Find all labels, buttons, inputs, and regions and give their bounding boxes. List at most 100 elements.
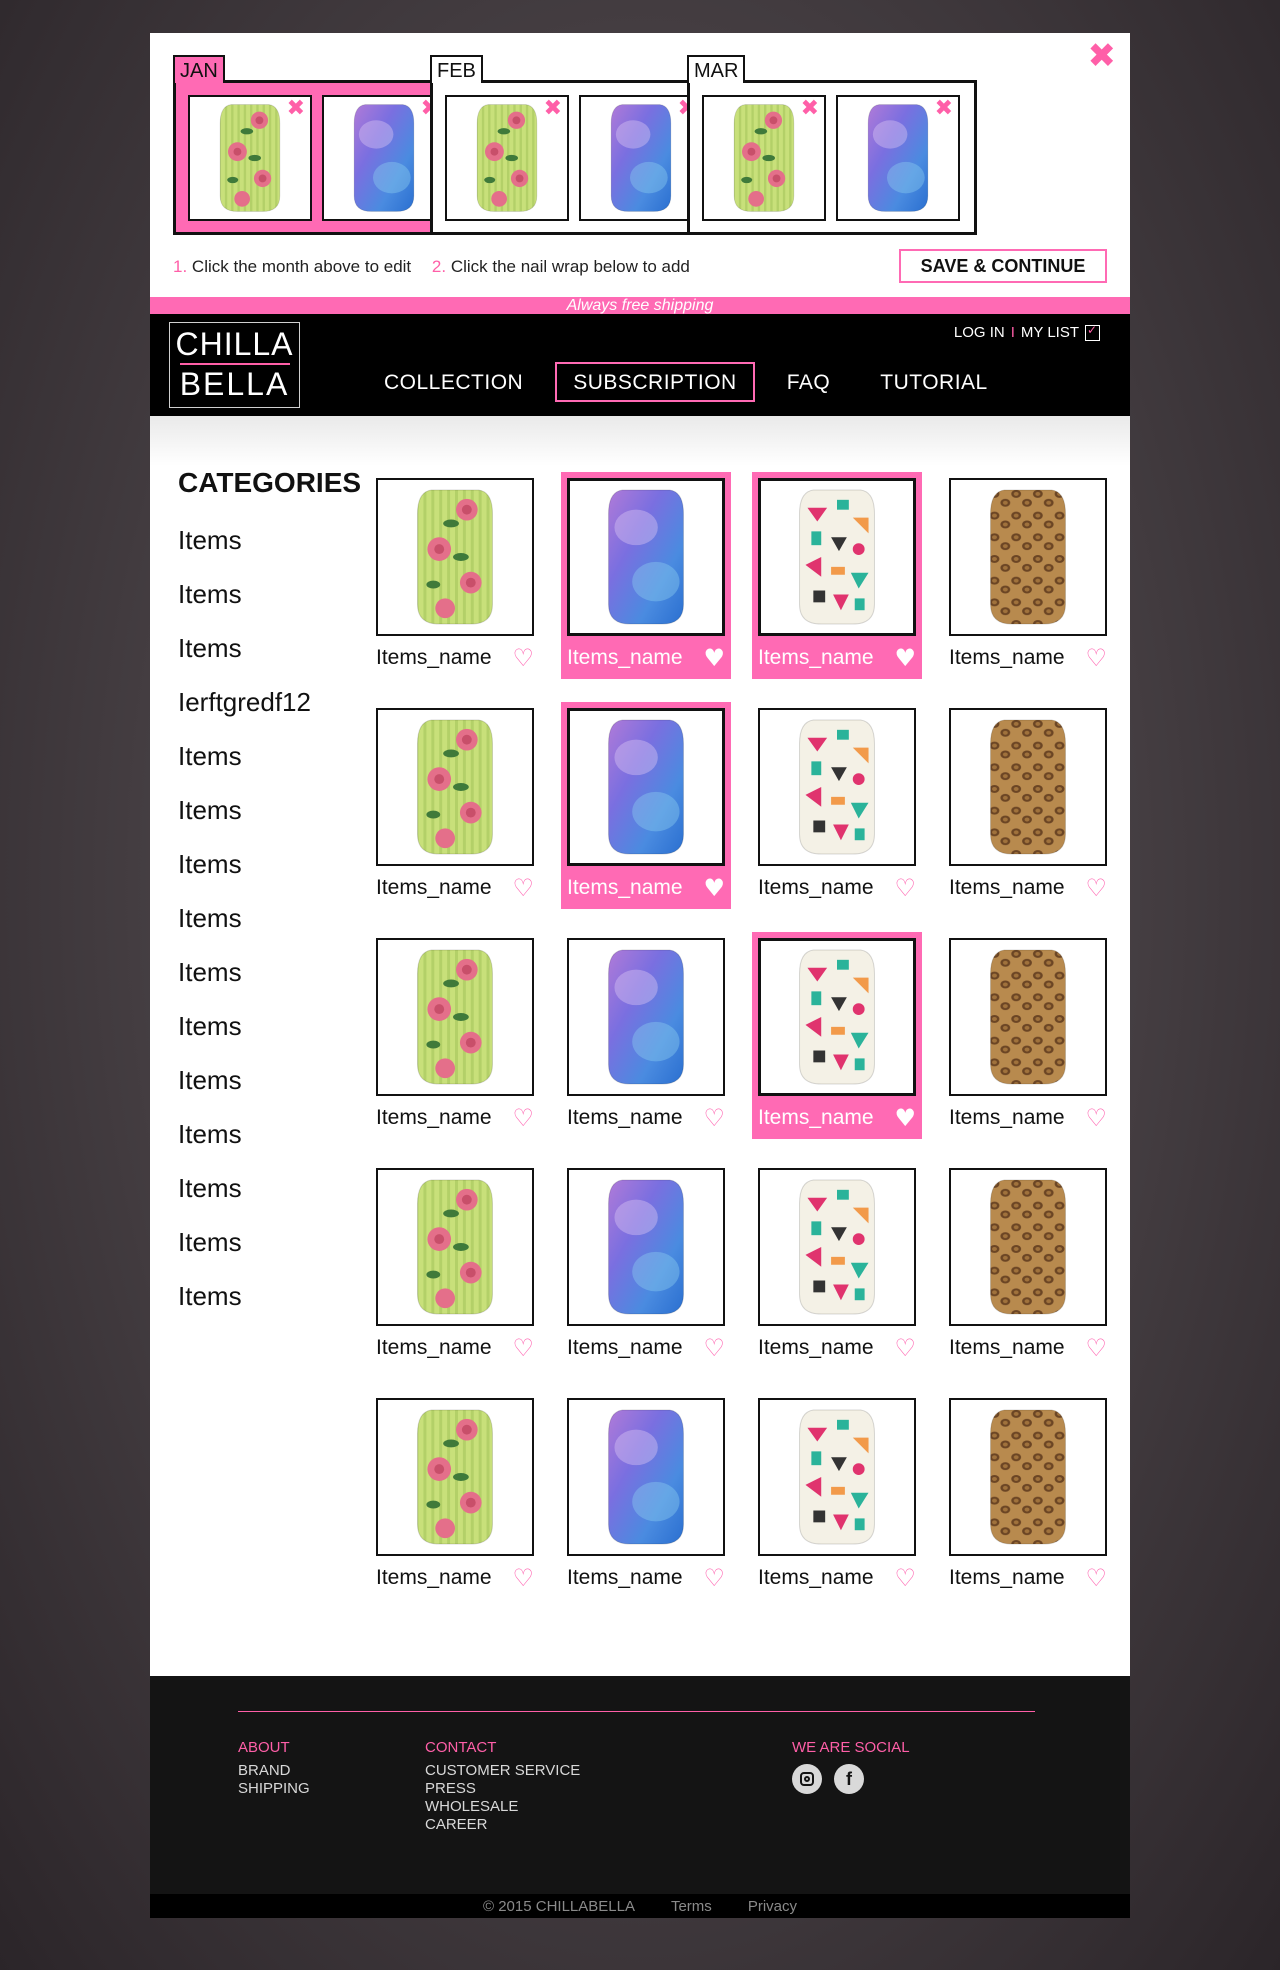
product-thumbnail[interactable] <box>949 708 1107 866</box>
category-item[interactable]: Items <box>178 945 348 999</box>
product-card[interactable]: Items_name ♥ <box>752 932 922 1139</box>
footer-link-wholesale[interactable]: WHOLESALE <box>425 1798 580 1816</box>
remove-nail-icon[interactable]: ✖ <box>544 97 562 121</box>
heart-icon[interactable]: ♡ <box>1085 1336 1107 1360</box>
product-card[interactable]: Items_name ♥ <box>561 702 731 909</box>
heart-icon[interactable]: ♡ <box>1085 646 1107 670</box>
product-thumbnail[interactable] <box>376 478 534 636</box>
product-card[interactable]: Items_name ♡ <box>370 702 540 909</box>
my-list-link[interactable]: MY LIST <box>1021 324 1079 341</box>
nail-slot[interactable]: ✖ <box>188 95 312 221</box>
footer-link-brand[interactable]: BRAND <box>238 1762 310 1780</box>
footer-link-press[interactable]: PRESS <box>425 1780 580 1798</box>
product-thumbnail[interactable] <box>758 1398 916 1556</box>
product-card[interactable]: Items_name ♡ <box>370 932 540 1139</box>
product-thumbnail[interactable] <box>376 708 534 866</box>
product-card[interactable]: Items_name ♡ <box>561 1392 731 1599</box>
month-tab-jan[interactable]: JAN <box>173 55 225 83</box>
nail-slot[interactable]: ✖ <box>702 95 826 221</box>
product-thumbnail[interactable] <box>567 1398 725 1556</box>
nav-link-tutorial[interactable]: TUTORIAL <box>862 362 1005 402</box>
category-item[interactable]: Items <box>178 1161 348 1215</box>
category-item[interactable]: Items <box>178 891 348 945</box>
heart-icon[interactable]: ♡ <box>512 1566 534 1590</box>
product-card[interactable]: Items_name ♡ <box>370 1392 540 1599</box>
product-card[interactable]: Items_name ♥ <box>752 472 922 679</box>
product-card[interactable]: Items_name ♡ <box>561 932 731 1139</box>
footer-link-career[interactable]: CAREER <box>425 1816 580 1834</box>
category-item[interactable]: Items <box>178 729 348 783</box>
login-link[interactable]: LOG IN <box>954 324 1005 341</box>
heart-icon[interactable]: ♥ <box>894 1106 916 1130</box>
category-item[interactable]: Items <box>178 513 348 567</box>
month-box-mar[interactable]: MAR ✖ ✖ <box>687 55 977 235</box>
product-card[interactable]: Items_name ♡ <box>943 1162 1113 1369</box>
heart-icon[interactable]: ♥ <box>703 646 725 670</box>
month-box-feb[interactable]: FEB ✖ ✖ <box>430 55 720 235</box>
product-thumbnail[interactable] <box>949 1168 1107 1326</box>
product-card[interactable]: Items_name ♡ <box>752 1162 922 1369</box>
heart-icon[interactable]: ♡ <box>894 1336 916 1360</box>
remove-nail-icon[interactable]: ✖ <box>287 97 305 121</box>
footer-link-customer-service[interactable]: CUSTOMER SERVICE <box>425 1762 580 1780</box>
save-continue-button[interactable]: SAVE & CONTINUE <box>899 249 1107 283</box>
shopping-bag-icon[interactable] <box>1085 323 1100 341</box>
product-card[interactable]: Items_name ♡ <box>943 472 1113 679</box>
heart-icon[interactable]: ♡ <box>1085 1106 1107 1130</box>
heart-icon[interactable]: ♥ <box>894 646 916 670</box>
product-thumbnail[interactable] <box>567 478 725 636</box>
remove-nail-icon[interactable]: ✖ <box>935 97 953 121</box>
heart-icon[interactable]: ♡ <box>703 1566 725 1590</box>
nail-slot[interactable]: ✖ <box>445 95 569 221</box>
product-card[interactable]: Items_name ♡ <box>943 932 1113 1139</box>
category-item[interactable]: Items <box>178 1053 348 1107</box>
month-tab-mar[interactable]: MAR <box>687 55 746 83</box>
product-card[interactable]: Items_name ♡ <box>943 1392 1113 1599</box>
category-item[interactable]: Items <box>178 783 348 837</box>
product-thumbnail[interactable] <box>567 708 725 866</box>
category-item[interactable]: Items <box>178 567 348 621</box>
product-thumbnail[interactable] <box>758 938 916 1096</box>
category-item[interactable]: Items <box>178 837 348 891</box>
chillabella-logo[interactable]: CHILLA BELLA <box>169 322 300 408</box>
instagram-icon[interactable] <box>792 1764 822 1794</box>
product-thumbnail[interactable] <box>567 1168 725 1326</box>
product-thumbnail[interactable] <box>376 1168 534 1326</box>
product-thumbnail[interactable] <box>758 708 916 866</box>
product-card[interactable]: Items_name ♥ <box>561 472 731 679</box>
month-tab-feb[interactable]: FEB <box>430 55 483 83</box>
heart-icon[interactable]: ♡ <box>512 1106 534 1130</box>
product-card[interactable]: Items_name ♡ <box>752 1392 922 1599</box>
heart-icon[interactable]: ♡ <box>512 646 534 670</box>
heart-icon[interactable]: ♡ <box>512 876 534 900</box>
product-card[interactable]: Items_name ♡ <box>752 702 922 909</box>
product-card[interactable]: Items_name ♡ <box>370 1162 540 1369</box>
heart-icon[interactable]: ♡ <box>703 1106 725 1130</box>
heart-icon[interactable]: ♡ <box>894 1566 916 1590</box>
product-thumbnail[interactable] <box>376 1398 534 1556</box>
product-thumbnail[interactable] <box>949 938 1107 1096</box>
terms-link[interactable]: Terms <box>671 1898 712 1915</box>
category-item[interactable]: Ierftgredf12 <box>178 675 348 729</box>
remove-nail-icon[interactable]: ✖ <box>801 97 819 121</box>
heart-icon[interactable]: ♡ <box>894 876 916 900</box>
category-item[interactable]: Items <box>178 999 348 1053</box>
product-thumbnail[interactable] <box>567 938 725 1096</box>
nail-slot[interactable]: ✖ <box>322 95 446 221</box>
category-item[interactable]: Items <box>178 621 348 675</box>
product-card[interactable]: Items_name ♡ <box>370 472 540 679</box>
nail-slot[interactable]: ✖ <box>579 95 703 221</box>
heart-icon[interactable]: ♡ <box>703 1336 725 1360</box>
facebook-icon[interactable]: f <box>834 1764 864 1794</box>
product-thumbnail[interactable] <box>949 1398 1107 1556</box>
product-thumbnail[interactable] <box>758 1168 916 1326</box>
heart-icon[interactable]: ♡ <box>512 1336 534 1360</box>
product-thumbnail[interactable] <box>949 478 1107 636</box>
product-card[interactable]: Items_name ♡ <box>561 1162 731 1369</box>
nail-slot[interactable]: ✖ <box>836 95 960 221</box>
privacy-link[interactable]: Privacy <box>748 1898 797 1915</box>
category-item[interactable]: Items <box>178 1107 348 1161</box>
month-box-jan[interactable]: JAN ✖ ✖ <box>173 55 463 235</box>
product-card[interactable]: Items_name ♡ <box>943 702 1113 909</box>
heart-icon[interactable]: ♡ <box>1085 1566 1107 1590</box>
